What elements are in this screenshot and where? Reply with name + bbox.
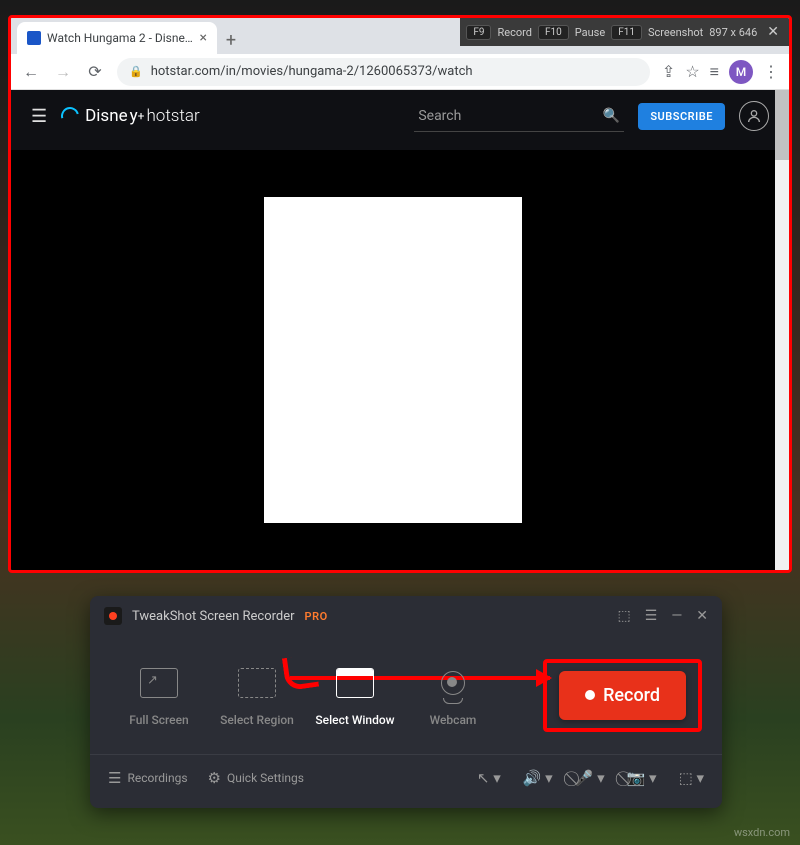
page-content: ☰ Disney+ hotstar Search 🔍 SUBSCRIBE [11,90,789,570]
logo-arc-icon [58,104,83,129]
record-highlight: Record [543,659,702,732]
new-tab-button[interactable]: + [217,26,245,54]
recordings-button[interactable]: ☰ Recordings [108,769,188,787]
hotkey-screenshot-label: Screenshot [648,26,703,39]
share-icon[interactable]: ⇪ [662,62,675,81]
mode-region-label: Select Region [220,713,294,727]
recorder-title: TweakShot Screen Recorder [132,609,295,624]
window-icon [336,668,374,698]
search-placeholder: Search [418,108,461,124]
mode-fullscreen[interactable]: Full Screen [110,663,208,727]
hotkey-record: F9 [466,25,491,40]
address-bar: ← → ⟳ 🔒 hotstar.com/in/movies/hungama-2/… [11,54,789,90]
hamburger-icon[interactable]: ☰ [31,106,47,127]
reload-button[interactable]: ⟳ [85,62,105,81]
lock-icon: 🔒 [129,65,143,78]
browser-tab[interactable]: Watch Hungama 2 - Disney+ Ho × [17,22,217,54]
quick-settings-button[interactable]: ⚙ Quick Settings [208,769,304,787]
webcam-toggle-icon[interactable]: 📷⃠ ▾ [627,769,657,787]
mode-fullscreen-label: Full Screen [129,713,188,727]
menu-icon[interactable]: ☰ [645,608,658,624]
profile-avatar[interactable]: M [729,60,753,84]
record-dot-icon [585,690,595,700]
recorder-window: TweakShot Screen Recorder PRO ⬚ ☰ — ✕ Fu… [90,596,722,808]
logo-hotstar: hotstar [146,106,199,126]
mode-window-label: Select Window [315,713,394,727]
url-input[interactable]: 🔒 hotstar.com/in/movies/hungama-2/126006… [117,58,650,86]
menu-icon[interactable]: ⋮ [763,62,779,81]
scrollbar[interactable] [775,90,789,570]
webcam-icon [441,671,465,695]
recordings-label: Recordings [127,771,187,785]
recorder-body: Full Screen Select Region Select Window … [90,636,722,754]
hotkey-pause-label: Pause [575,26,605,39]
camera-icon[interactable]: ⬚ ▾ [679,769,704,787]
hotstar-header: ☰ Disney+ hotstar Search 🔍 SUBSCRIBE [11,90,789,142]
recorder-titlebar: TweakShot Screen Recorder PRO ⬚ ☰ — ✕ [90,596,722,636]
logo-text-y: y [130,106,136,126]
bookmark-icon[interactable]: ☆ [685,62,699,81]
browser-window: F9 Record F10 Pause F11 Screenshot 897 x… [8,15,792,573]
fullscreen-icon [140,668,178,698]
video-player[interactable] [11,150,775,570]
mic-icon[interactable]: 🎤⃠ ▾ [575,769,605,787]
quick-settings-label: Quick Settings [227,771,304,785]
region-icon [238,668,276,698]
pin-icon[interactable]: ⬚ [618,608,631,624]
mode-window[interactable]: Select Window [306,663,404,727]
recorder-footer: ☰ Recordings ⚙ Quick Settings ↖ ▾ 🔊 ▾ 🎤⃠… [90,754,722,800]
close-button[interactable]: ✕ [696,608,708,624]
cursor-icon[interactable]: ↖ ▾ [477,769,501,787]
record-button[interactable]: Record [559,671,686,720]
minimize-button[interactable]: — [671,608,682,624]
gear-icon: ⚙ [208,769,221,787]
video-placeholder [264,197,522,523]
list-icon: ☰ [108,769,121,787]
mode-webcam[interactable]: Webcam [404,663,502,727]
address-actions: ⇪ ☆ ≡ M ⋮ [662,60,779,84]
forward-button[interactable]: → [53,62,73,82]
scrollbar-thumb[interactable] [775,90,789,160]
tab-title: Watch Hungama 2 - Disney+ Ho [47,31,194,45]
watermark: wsxdn.com [734,826,790,839]
pro-badge: PRO [305,610,328,623]
record-label: Record [603,685,660,706]
hotkey-screenshot: F11 [611,25,642,40]
hotkey-pause: F10 [538,25,569,40]
recording-dimensions: 897 x 646 [709,26,757,39]
search-icon[interactable]: 🔍 [603,108,620,124]
speaker-icon[interactable]: 🔊 ▾ [523,769,553,787]
user-icon[interactable] [739,101,769,131]
tab-favicon [27,31,41,45]
mode-webcam-label: Webcam [430,713,477,727]
subscribe-button[interactable]: SUBSCRIBE [638,103,725,130]
readlist-icon[interactable]: ≡ [710,62,719,82]
url-text: hotstar.com/in/movies/hungama-2/12600653… [151,64,473,79]
recorder-logo-icon [104,607,122,625]
back-button[interactable]: ← [21,62,41,82]
recording-toolbar: F9 Record F10 Pause F11 Screenshot 897 x… [460,18,789,46]
logo-text: Disne [85,106,127,126]
annotation-arrow [290,676,550,680]
hotkey-record-label: Record [497,26,531,39]
logo-plus: + [138,109,145,123]
search-input[interactable]: Search 🔍 [414,100,624,132]
hotstar-logo[interactable]: Disney+ hotstar [61,106,200,126]
recording-close-button[interactable]: ✕ [763,24,783,40]
tab-close-button[interactable]: × [200,30,207,46]
